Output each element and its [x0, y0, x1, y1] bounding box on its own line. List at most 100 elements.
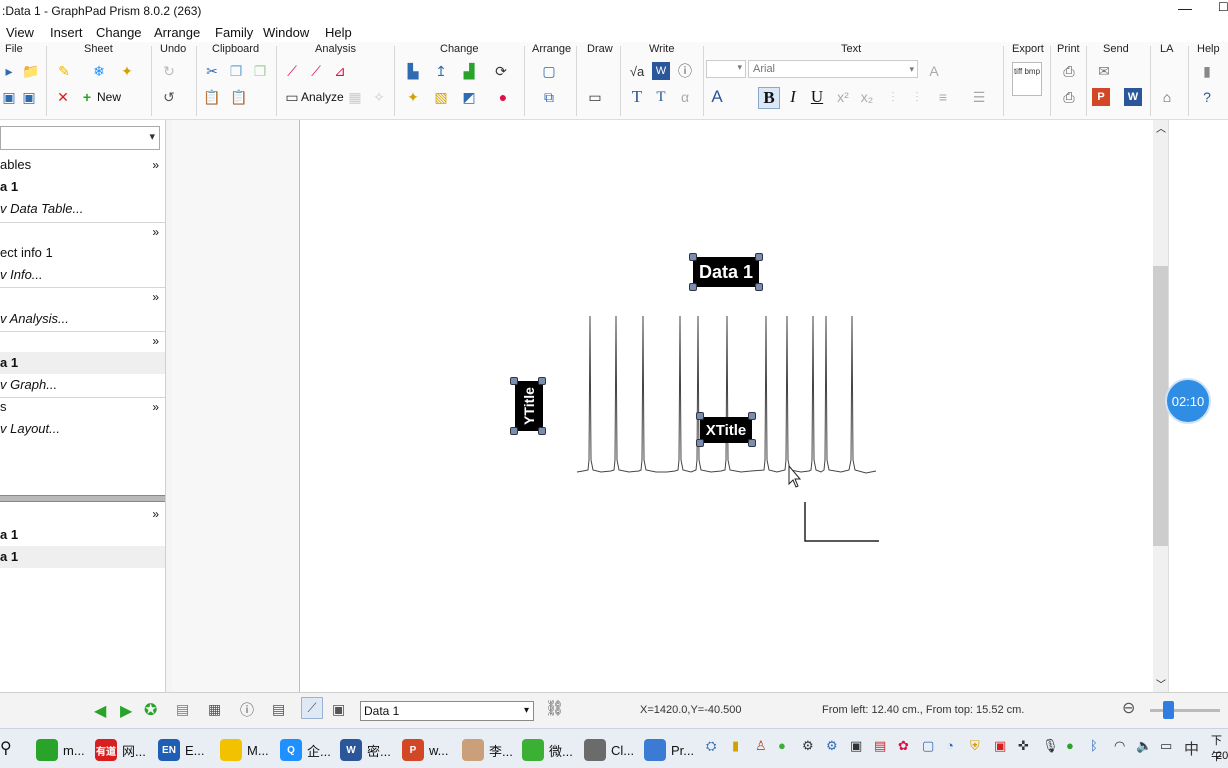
menu-change[interactable]: Change: [96, 25, 142, 40]
resize-handle[interactable]: [748, 439, 756, 447]
clock-date[interactable]: 20: [1216, 750, 1228, 762]
search-icon[interactable]: ⚲: [0, 738, 12, 758]
expand-icon[interactable]: »: [152, 154, 159, 176]
menu-arrange[interactable]: Arrange: [154, 25, 200, 40]
residuals-icon[interactable]: ⊿: [331, 62, 349, 80]
tray-icon[interactable]: ▮: [732, 738, 739, 754]
save-icon[interactable]: ▣: [0, 88, 18, 106]
resize-handle[interactable]: [696, 439, 704, 447]
print-icon[interactable]: ⎙: [1060, 62, 1078, 80]
color-scheme-icon[interactable]: ●: [494, 88, 512, 106]
new-button[interactable]: New: [97, 90, 121, 104]
bluetooth-icon[interactable]: ᛒ: [1090, 738, 1098, 753]
undo-icon[interactable]: ↺: [160, 88, 178, 106]
magic-wand-icon[interactable]: ✦: [404, 88, 422, 106]
tray-icon[interactable]: ⛭: [706, 738, 716, 754]
export-icon[interactable]: tiff bmp: [1012, 62, 1042, 96]
family-item[interactable]: a 1: [0, 546, 165, 568]
wechat-tray-icon[interactable]: ●: [778, 738, 786, 753]
send-word-icon[interactable]: W: [1124, 88, 1142, 106]
font-size-icon[interactable]: A: [708, 87, 726, 106]
greek-icon[interactable]: ⫶: [884, 88, 902, 106]
paste-special-icon[interactable]: ❐: [251, 62, 269, 80]
expand-icon[interactable]: »: [152, 286, 159, 308]
data-table-icon[interactable]: ▤: [176, 701, 189, 718]
navigate-icon[interactable]: ✪: [144, 700, 157, 720]
taskbar-app[interactable]: M...: [220, 737, 269, 763]
highlight-icon[interactable]: ✎: [55, 62, 73, 80]
tray-icon[interactable]: ⚙: [802, 738, 814, 754]
taskbar-app[interactable]: Q 企...: [280, 737, 331, 763]
taskbar-app[interactable]: 李...: [462, 737, 513, 763]
taskbar-app[interactable]: Pr...: [644, 737, 694, 763]
x-axis-title[interactable]: XTitle: [700, 417, 752, 443]
redo-icon[interactable]: ↻: [160, 62, 178, 80]
symbol-alpha-icon[interactable]: α: [676, 88, 694, 106]
zoom-slider-thumb[interactable]: [1163, 701, 1174, 719]
menu-help[interactable]: Help: [325, 25, 352, 40]
curve-fit-icon[interactable]: ⟋: [307, 62, 325, 80]
tray-icon[interactable]: ✜: [1018, 738, 1029, 754]
rectangle-icon[interactable]: ▭: [586, 88, 604, 106]
navigator-item[interactable]: v Data Table...: [0, 198, 165, 220]
graph-title[interactable]: Data 1: [693, 257, 759, 287]
equation-icon[interactable]: √a: [628, 62, 646, 80]
recording-timer[interactable]: 02:10: [1165, 378, 1211, 424]
font-size-select[interactable]: ▾: [706, 60, 746, 78]
analyze-icon[interactable]: ▭: [283, 88, 301, 106]
align-icon[interactable]: ▢: [540, 62, 558, 80]
taskbar-app[interactable]: 有道 网...: [95, 737, 146, 763]
format-axes-icon[interactable]: ◩: [460, 88, 478, 106]
link-icon[interactable]: ⛓: [545, 699, 564, 717]
delete-icon[interactable]: ✕: [54, 88, 72, 106]
resize-handle[interactable]: [538, 377, 546, 385]
previous-sheet-icon[interactable]: ◀: [94, 701, 106, 721]
volume-icon[interactable]: 🔈: [1136, 738, 1152, 754]
tray-icon[interactable]: ▣: [850, 738, 862, 754]
pin-icon[interactable]: ✦: [118, 62, 136, 80]
navigator-item[interactable]: a 1: [0, 176, 165, 198]
italic-button[interactable]: I: [784, 87, 802, 106]
line-spacing-icon[interactable]: ☰: [970, 88, 988, 106]
align-text-icon[interactable]: ≡: [934, 88, 952, 106]
print-preview-icon[interactable]: ⎙: [1060, 88, 1078, 106]
maximize-button[interactable]: ☐: [1218, 0, 1228, 14]
resize-handle[interactable]: [689, 283, 697, 291]
la-icon[interactable]: ⌂: [1158, 88, 1176, 106]
axes-icon[interactable]: ↥: [432, 62, 450, 80]
expand-icon[interactable]: »: [152, 221, 159, 243]
graph-canvas[interactable]: Data 1 YTitle XTitle: [301, 120, 1153, 692]
family-item[interactable]: a 1: [0, 524, 165, 546]
resize-handle[interactable]: [755, 253, 763, 261]
results-icon[interactable]: ▤: [272, 701, 285, 718]
minimize-button[interactable]: —: [1178, 0, 1192, 16]
ime-indicator[interactable]: 中: [1184, 738, 1199, 759]
cut-icon[interactable]: ✂: [203, 62, 221, 80]
resize-handle[interactable]: [510, 377, 518, 385]
section-family[interactable]: »: [0, 503, 165, 525]
group-objects-icon[interactable]: ⧉: [540, 88, 558, 106]
wand-icon[interactable]: ✧: [370, 88, 388, 106]
zoom-out-icon[interactable]: ⊖: [1122, 698, 1135, 718]
bar-chart-icon[interactable]: ▟: [460, 62, 478, 80]
tray-icon[interactable]: ♙: [755, 738, 767, 754]
navigator-item[interactable]: v Analysis...: [0, 308, 165, 330]
menu-family[interactable]: Family: [215, 25, 253, 40]
expand-icon[interactable]: »: [152, 396, 159, 418]
send-powerpoint-icon[interactable]: P: [1092, 88, 1110, 106]
bold-button[interactable]: B: [758, 87, 780, 109]
snowflake-icon[interactable]: ❄: [90, 62, 108, 80]
resize-handle[interactable]: [689, 253, 697, 261]
section-graphs[interactable]: »: [0, 330, 165, 352]
tray-icon[interactable]: ▤: [874, 738, 886, 754]
navigator-item[interactable]: v Graph...: [0, 374, 165, 396]
tray-icon[interactable]: ▭: [1160, 738, 1172, 754]
new-file-icon[interactable]: ▸: [0, 62, 18, 80]
help-book-icon[interactable]: ▮: [1198, 62, 1216, 80]
expand-icon[interactable]: »: [152, 503, 159, 525]
resize-handle[interactable]: [538, 427, 546, 435]
tray-icon[interactable]: ◔: [946, 738, 954, 753]
subscript-icon[interactable]: x₂: [858, 88, 876, 106]
analyze-button[interactable]: Analyze: [301, 90, 344, 104]
scroll-down-icon[interactable]: ﹀: [1156, 676, 1166, 691]
